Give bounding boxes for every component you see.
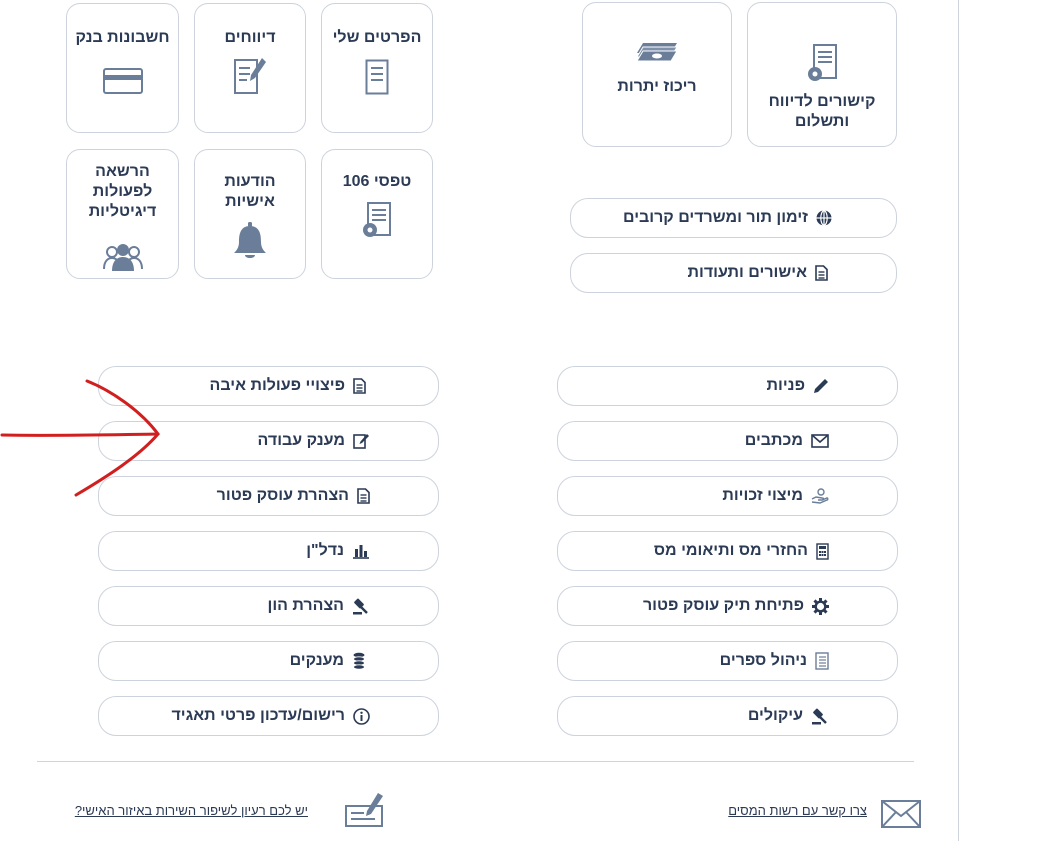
link-label: פיצויי פעולות איבה bbox=[209, 377, 345, 394]
bar-chart-icon bbox=[353, 545, 369, 559]
calculator-icon bbox=[816, 542, 829, 560]
link-label: זימון תור ומשרדים קרובים bbox=[622, 209, 808, 226]
tile-label: הודעות אישיות bbox=[224, 173, 276, 210]
link-approvals-certificates[interactable]: אישורים ותעודות bbox=[570, 253, 897, 293]
envelope-icon bbox=[881, 800, 921, 828]
link-label: החזרי מס ותיאומי מס bbox=[653, 542, 808, 559]
tile-bank-accounts[interactable]: חשבונות בנק bbox=[66, 3, 179, 133]
link-label: הצהרת הון bbox=[267, 597, 344, 614]
link-label: הצהרת עוסק פטור bbox=[216, 487, 349, 504]
link-label: מענק עבודה bbox=[257, 432, 345, 449]
link-appointment-offices[interactable]: זימון תור ומשרדים קרובים bbox=[570, 198, 897, 238]
tile-balances-summary[interactable]: ריכוז יתרות bbox=[582, 2, 732, 147]
document-gear-icon bbox=[363, 202, 391, 237]
link-inquiries[interactable]: פניות bbox=[557, 366, 898, 406]
tile-label: הרשאה לפעולות דיגיטליות bbox=[88, 163, 157, 220]
tile-personal-messages[interactable]: הודעות אישיות bbox=[194, 149, 306, 279]
link-label: פתיחת תיק עוסק פטור bbox=[642, 597, 804, 614]
right-divider bbox=[958, 0, 959, 841]
link-exempt-dealer-declaration[interactable]: הצהרת עוסק פטור bbox=[98, 476, 439, 516]
tile-digital-authorization[interactable]: הרשאה לפעולות דיגיטליות bbox=[66, 149, 179, 279]
link-work-grant[interactable]: מענק עבודה bbox=[98, 421, 439, 461]
service-improvement-link[interactable]: יש לכם רעיון לשיפור השירות באיזור האישי? bbox=[75, 803, 308, 818]
gavel-icon bbox=[353, 598, 368, 614]
tile-label: ריכוז יתרות bbox=[617, 78, 697, 95]
tile-label: קישורים לדיווח ותשלום bbox=[768, 93, 876, 130]
globe-icon bbox=[816, 210, 832, 226]
feedback-form-icon bbox=[345, 793, 383, 827]
document-edit-icon bbox=[234, 58, 266, 94]
gear-icon bbox=[812, 597, 829, 615]
envelope-icon bbox=[811, 434, 829, 448]
link-tax-refunds[interactable]: החזרי מס ותיאומי מס bbox=[557, 531, 898, 571]
link-grants[interactable]: מענקים bbox=[98, 641, 439, 681]
gavel-icon bbox=[812, 708, 827, 724]
document-icon bbox=[353, 378, 366, 394]
tile-label: הפרטים שלי bbox=[332, 29, 422, 46]
link-label: אישורים ותעודות bbox=[687, 264, 807, 281]
link-label: עיקולים bbox=[747, 707, 803, 724]
tile-reports[interactable]: דיווחים bbox=[194, 3, 306, 133]
link-real-estate[interactable]: נדל"ן bbox=[98, 531, 439, 571]
hand-coin-icon bbox=[811, 488, 829, 504]
tile-label: חשבונות בנק bbox=[75, 29, 170, 46]
tile-label: דיווחים bbox=[224, 29, 276, 46]
info-icon bbox=[353, 707, 370, 725]
document-edit-icon bbox=[353, 434, 369, 449]
link-label: מכתבים bbox=[744, 432, 803, 449]
link-rights-realization[interactable]: מיצוי זכויות bbox=[557, 476, 898, 516]
document-icon bbox=[365, 59, 389, 95]
money-stack-icon bbox=[636, 43, 678, 62]
link-foreclosures[interactable]: עיקולים bbox=[557, 696, 898, 736]
ledger-icon bbox=[815, 652, 829, 670]
link-hostile-acts-compensation[interactable]: פיצויי פעולות איבה bbox=[98, 366, 439, 406]
document-icon bbox=[357, 488, 370, 504]
contact-tax-authority-link[interactable]: צרו קשר עם רשות המסים bbox=[728, 803, 867, 818]
coins-icon bbox=[353, 652, 365, 670]
tile-label: טפסי 106 bbox=[342, 173, 412, 190]
link-label: נדל"ן bbox=[306, 542, 344, 559]
document-gear-icon bbox=[808, 44, 837, 81]
link-label: מיצוי זכויות bbox=[722, 487, 803, 504]
link-label: רישום/עדכון פרטי תאגיד bbox=[171, 707, 345, 724]
tile-my-details[interactable]: הפרטים שלי bbox=[321, 3, 433, 133]
bell-icon bbox=[234, 222, 266, 258]
link-capital-declaration[interactable]: הצהרת הון bbox=[98, 586, 439, 626]
tile-links-report-payment[interactable]: קישורים לדיווח ותשלום bbox=[747, 2, 897, 147]
link-label: פניות bbox=[766, 377, 805, 394]
link-letters[interactable]: מכתבים bbox=[557, 421, 898, 461]
link-open-exempt-dealer-file[interactable]: פתיחת תיק עוסק פטור bbox=[557, 586, 898, 626]
link-corporate-registration[interactable]: רישום/עדכון פרטי תאגיד bbox=[98, 696, 439, 736]
link-label: ניהול ספרים bbox=[719, 652, 807, 669]
credit-card-icon bbox=[102, 68, 143, 94]
tile-form-106[interactable]: טפסי 106 bbox=[321, 149, 433, 279]
footer-divider bbox=[37, 761, 914, 762]
link-bookkeeping[interactable]: ניהול ספרים bbox=[557, 641, 898, 681]
document-icon bbox=[815, 265, 828, 281]
users-icon bbox=[102, 244, 143, 271]
pencil-icon bbox=[814, 379, 828, 393]
link-label: מענקים bbox=[289, 652, 344, 669]
